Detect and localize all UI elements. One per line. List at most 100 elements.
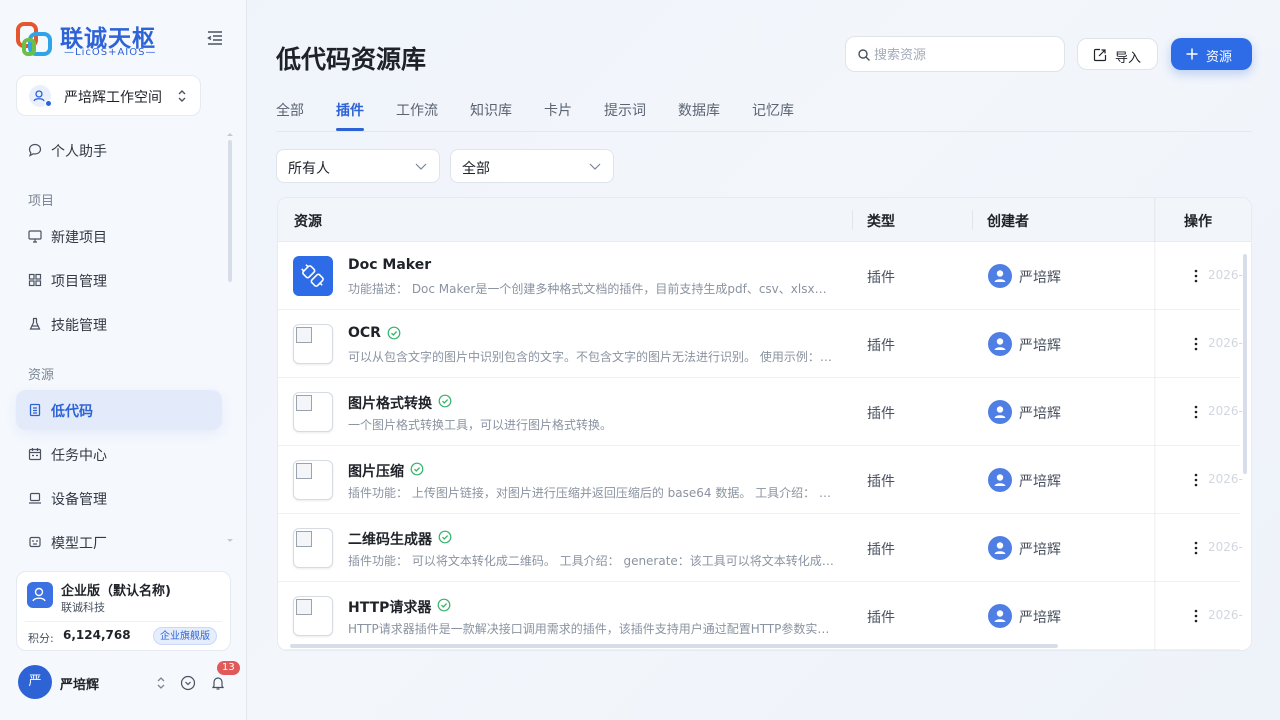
resource-date: 2026- [1208, 336, 1243, 350]
resource-name[interactable]: 图片格式转换 [348, 393, 432, 413]
verified-check-icon [410, 462, 424, 476]
download-circle-icon[interactable] [180, 675, 196, 691]
resource-name[interactable]: HTTP请求器 [348, 597, 431, 617]
resource-date: 2026- [1208, 268, 1243, 282]
status-filter-value: 全部 [462, 161, 490, 177]
sidebar-item-task-center[interactable]: 任务中心 [16, 434, 222, 474]
logo-icon [16, 22, 52, 56]
sidebar-item-model-factory[interactable]: 模型工厂 [16, 522, 222, 562]
sidebar-item-low-code[interactable]: 低代码 [16, 390, 222, 430]
image-placeholder [296, 395, 312, 411]
sidebar-item-project-mgmt[interactable]: 项目管理 [16, 260, 222, 300]
resource-name[interactable]: Doc Maker [348, 257, 431, 273]
laptop-icon [29, 492, 41, 504]
resource-description: 插件功能： 上传图片链接，对图片进行压缩并返回压缩后的 base64 数据。 工… [348, 486, 834, 500]
add-resource-button[interactable]: 资源 [1171, 38, 1252, 70]
creator-avatar-icon [988, 400, 1012, 424]
resource-description: HTTP请求器插件是一款解决接口调用需求的插件，该插件支持用户通过配置HTTP参… [348, 622, 834, 636]
more-actions-icon[interactable] [1192, 333, 1200, 355]
resource-table: 资源 类型 创建者 操作 Doc Maker 功能描述： Doc Maker是一个… [277, 197, 1252, 651]
divider [25, 621, 222, 622]
resource-type: 插件 [867, 610, 895, 626]
resource-name[interactable]: 二维码生成器 [348, 529, 432, 549]
resource-name[interactable]: 图片压缩 [348, 461, 404, 481]
tab-memory[interactable]: 记忆库 [752, 100, 794, 120]
document-icon [29, 403, 41, 417]
sidebar-item-skill-mgmt[interactable]: 技能管理 [16, 304, 222, 344]
chevron-updown-icon[interactable] [153, 675, 169, 691]
nav-section-resource: 资源 [28, 368, 55, 383]
creator-avatar-icon [988, 536, 1012, 560]
owner-filter-value: 所有人 [288, 161, 330, 177]
column-divider [972, 210, 973, 230]
robot-icon [29, 536, 41, 548]
tab-all[interactable]: 全部 [276, 100, 304, 120]
resource-description: 功能描述： Doc Maker是一个创建多种格式文档的插件，目前支持生成pdf、… [348, 282, 834, 296]
sidebar: 联诚天枢 —LicOS+AIOS— 严培辉工作空间 个人助手 项目 新建项目 项… [0, 0, 247, 720]
scroll-up-arrow-icon[interactable] [226, 131, 234, 137]
resource-date: 2026- [1208, 472, 1243, 486]
creator-avatar-icon [988, 264, 1012, 288]
creator-name: 严培辉 [1019, 270, 1061, 286]
bell-icon[interactable] [210, 675, 226, 691]
table-row[interactable]: Doc Maker 功能描述： Doc Maker是一个创建多种格式文档的插件，目… [278, 242, 1243, 310]
workspace-name: 严培辉工作空间 [64, 90, 162, 106]
search-input[interactable] [874, 44, 1054, 66]
resource-type: 插件 [867, 542, 895, 558]
tab-card[interactable]: 卡片 [544, 100, 572, 120]
more-actions-icon[interactable] [1192, 401, 1200, 423]
table-horizontal-scrollbar[interactable] [290, 644, 1058, 648]
grid-icon [28, 273, 42, 287]
table-row[interactable]: OCR 可以从包含文字的图片中识别包含的文字。不包含文字的图片无法进行识别。 使用… [278, 310, 1243, 378]
calendar-icon [28, 448, 42, 461]
import-icon [1093, 48, 1107, 62]
sidebar-item-label: 个人助手 [51, 144, 107, 160]
creator-name: 严培辉 [1019, 474, 1061, 490]
scroll-down-arrow-icon[interactable] [226, 538, 234, 544]
collapse-sidebar-icon[interactable] [205, 28, 225, 48]
creator-avatar-icon [988, 468, 1012, 492]
table-vertical-scrollbar[interactable] [1243, 254, 1247, 474]
chevron-down-icon [415, 163, 427, 170]
tab-database[interactable]: 数据库 [678, 100, 720, 120]
sidebar-item-label: 低代码 [51, 404, 93, 420]
search-box[interactable] [845, 36, 1065, 72]
sidebar-item-assistant[interactable]: 个人助手 [16, 130, 222, 170]
tab-plugin[interactable]: 插件 [336, 100, 364, 120]
chevron-updown-icon [178, 90, 186, 102]
owner-filter-select[interactable]: 所有人 [276, 149, 440, 183]
plan-card[interactable]: 企业版（默认名称) 联诚科技 积分: 6,124,768 企业旗舰版 [16, 571, 231, 651]
resource-type: 插件 [867, 406, 895, 422]
broken-image-icon [293, 460, 333, 500]
sticky-column-shadow [1154, 198, 1156, 650]
sidebar-scrollbar[interactable] [228, 140, 232, 282]
user-avatar[interactable]: 严 [18, 665, 52, 699]
resource-date: 2026- [1208, 608, 1243, 622]
tab-workflow[interactable]: 工作流 [396, 100, 438, 120]
app-logo[interactable]: 联诚天枢 —LicOS+AIOS— [16, 18, 176, 60]
plugin-icon [293, 256, 333, 296]
tab-prompt[interactable]: 提示词 [604, 100, 646, 120]
page-title: 低代码资源库 [276, 45, 427, 74]
status-filter-select[interactable]: 全部 [450, 149, 614, 183]
table-row[interactable]: 图片格式转换 一个图片格式转换工具，可以进行图片格式转换。 插件 严培辉 2026- [278, 378, 1243, 446]
creator-avatar-icon [988, 332, 1012, 356]
user-name[interactable]: 严培辉 [60, 674, 99, 693]
tab-knowledge[interactable]: 知识库 [470, 100, 512, 120]
table-row[interactable]: 图片压缩插件功能： 上传图片链接，对图片进行压缩并返回压缩后的 base64 数… [278, 446, 1243, 514]
image-placeholder [296, 327, 312, 343]
import-button[interactable]: 导入 [1077, 38, 1158, 70]
more-actions-icon[interactable] [1192, 537, 1200, 559]
table-row[interactable]: HTTP请求器 HTTP请求器插件是一款解决接口调用需求的插件，该插件支持用户通过… [278, 582, 1243, 650]
sidebar-item-new-project[interactable]: 新建项目 [16, 216, 222, 256]
more-actions-icon[interactable] [1192, 605, 1200, 627]
table-row[interactable]: 二维码生成器 插件功能： 可以将文本转化成二维码。 工具介绍： generate：… [278, 514, 1243, 582]
plus-icon [1186, 48, 1198, 60]
verified-check-icon [438, 530, 452, 544]
more-actions-icon[interactable] [1192, 469, 1200, 491]
workspace-selector[interactable]: 严培辉工作空间 [16, 75, 201, 116]
resource-name[interactable]: OCR [348, 325, 381, 341]
more-actions-icon[interactable] [1192, 265, 1200, 287]
verified-check-icon [438, 394, 452, 408]
sidebar-item-device-mgmt[interactable]: 设备管理 [16, 478, 222, 518]
